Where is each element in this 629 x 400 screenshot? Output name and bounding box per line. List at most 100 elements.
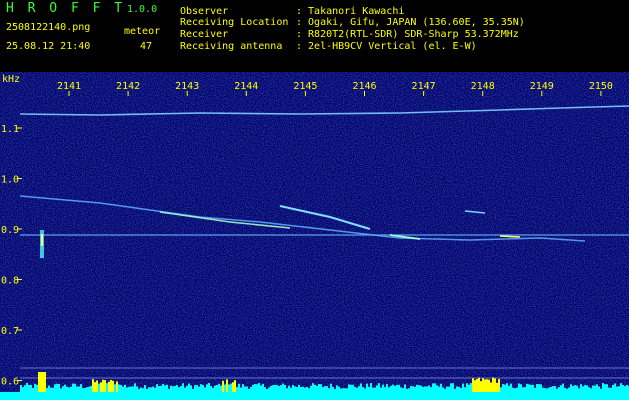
level-bar xyxy=(600,388,602,392)
level-bar xyxy=(238,383,240,392)
y-tick-label: 1.0 xyxy=(1,175,19,186)
level-bar xyxy=(220,385,222,392)
level-bar xyxy=(418,385,420,392)
level-bar xyxy=(500,387,502,392)
level-bar xyxy=(232,382,234,392)
meteor-head-core xyxy=(41,234,43,246)
header-panel: H R O F F T 1.0.0 2508122140.png meteor … xyxy=(0,0,629,72)
noise-layer xyxy=(0,72,629,400)
level-bar xyxy=(160,385,162,392)
level-bar xyxy=(256,384,258,392)
level-bar xyxy=(118,384,120,392)
level-bar xyxy=(128,386,130,392)
level-bar xyxy=(494,378,496,392)
level-bar xyxy=(550,386,552,392)
level-bar xyxy=(242,384,244,392)
level-bar xyxy=(88,386,90,392)
level-bar xyxy=(542,387,544,392)
level-bar xyxy=(188,383,190,392)
level-bar xyxy=(28,384,30,392)
info-value-location: : Ogaki, Gifu, JAPAN (136.60E, 35.35N) xyxy=(296,17,525,28)
level-bar xyxy=(538,384,540,392)
level-bar xyxy=(422,386,424,392)
level-bar xyxy=(82,387,84,392)
level-bar xyxy=(536,384,538,392)
level-bar xyxy=(84,388,86,392)
level-bar xyxy=(390,385,392,392)
level-bar xyxy=(584,385,586,392)
level-bar xyxy=(556,388,558,392)
level-bar xyxy=(434,383,436,392)
app-title: H R O F F T xyxy=(6,1,126,16)
level-bar xyxy=(410,386,412,392)
level-bar xyxy=(166,384,168,392)
level-bar xyxy=(76,386,78,392)
level-bar xyxy=(612,384,614,392)
level-bar xyxy=(70,386,72,392)
level-bar xyxy=(270,385,272,392)
level-bar xyxy=(440,383,442,392)
level-bar xyxy=(516,387,518,392)
level-bar xyxy=(432,383,434,392)
level-bar xyxy=(442,387,444,392)
level-bar xyxy=(302,386,304,392)
level-bar xyxy=(420,385,422,392)
level-bar xyxy=(322,387,324,392)
level-bar xyxy=(122,386,124,392)
level-bar xyxy=(196,385,198,392)
level-bar xyxy=(456,386,458,392)
y-tick-label: 0.6 xyxy=(1,377,19,388)
level-bar xyxy=(320,384,322,392)
level-bar xyxy=(204,387,206,392)
level-bar xyxy=(366,383,368,392)
level-bar xyxy=(554,386,556,392)
x-tick-label: 2148 xyxy=(471,81,495,92)
level-bar xyxy=(364,388,366,392)
level-bar xyxy=(566,388,568,392)
level-bar xyxy=(498,379,500,392)
level-bar xyxy=(250,387,252,392)
level-bar xyxy=(274,384,276,392)
level-bar xyxy=(50,387,52,392)
level-bar xyxy=(248,388,250,392)
level-bar xyxy=(464,387,466,392)
level-bar xyxy=(94,382,96,392)
level-bar xyxy=(222,380,224,392)
level-bar xyxy=(110,379,112,392)
level-bar xyxy=(48,385,50,392)
level-bar xyxy=(470,383,472,392)
level-bar xyxy=(66,386,68,392)
meteor-trace-5 xyxy=(499,235,521,238)
level-bar xyxy=(342,388,344,392)
level-bar xyxy=(438,386,440,392)
level-bar xyxy=(218,383,220,392)
level-bar xyxy=(78,386,80,392)
level-bar xyxy=(394,385,396,392)
level-bar xyxy=(458,386,460,392)
level-bar xyxy=(582,386,584,392)
level-bar xyxy=(532,384,534,392)
level-bar xyxy=(350,384,352,392)
level-bar xyxy=(572,386,574,392)
level-bar xyxy=(452,383,454,392)
level-bar xyxy=(580,384,582,392)
level-bar xyxy=(190,385,192,392)
level-bar xyxy=(504,384,506,392)
level-bar xyxy=(194,385,196,392)
level-bar xyxy=(510,383,512,392)
level-bar xyxy=(144,384,146,392)
level-bar xyxy=(280,385,282,392)
level-bar xyxy=(324,386,326,392)
level-bar xyxy=(54,384,56,392)
level-bar xyxy=(318,384,320,392)
file-name: 2508122140.png xyxy=(6,22,91,33)
level-bar xyxy=(528,384,530,392)
level-bar xyxy=(298,384,300,392)
level-bar xyxy=(276,384,278,392)
level-bar xyxy=(424,386,426,392)
level-bar xyxy=(328,388,330,392)
level-bar xyxy=(106,383,108,392)
level-bar xyxy=(348,384,350,392)
level-bar xyxy=(428,385,430,392)
level-bar xyxy=(294,386,296,392)
